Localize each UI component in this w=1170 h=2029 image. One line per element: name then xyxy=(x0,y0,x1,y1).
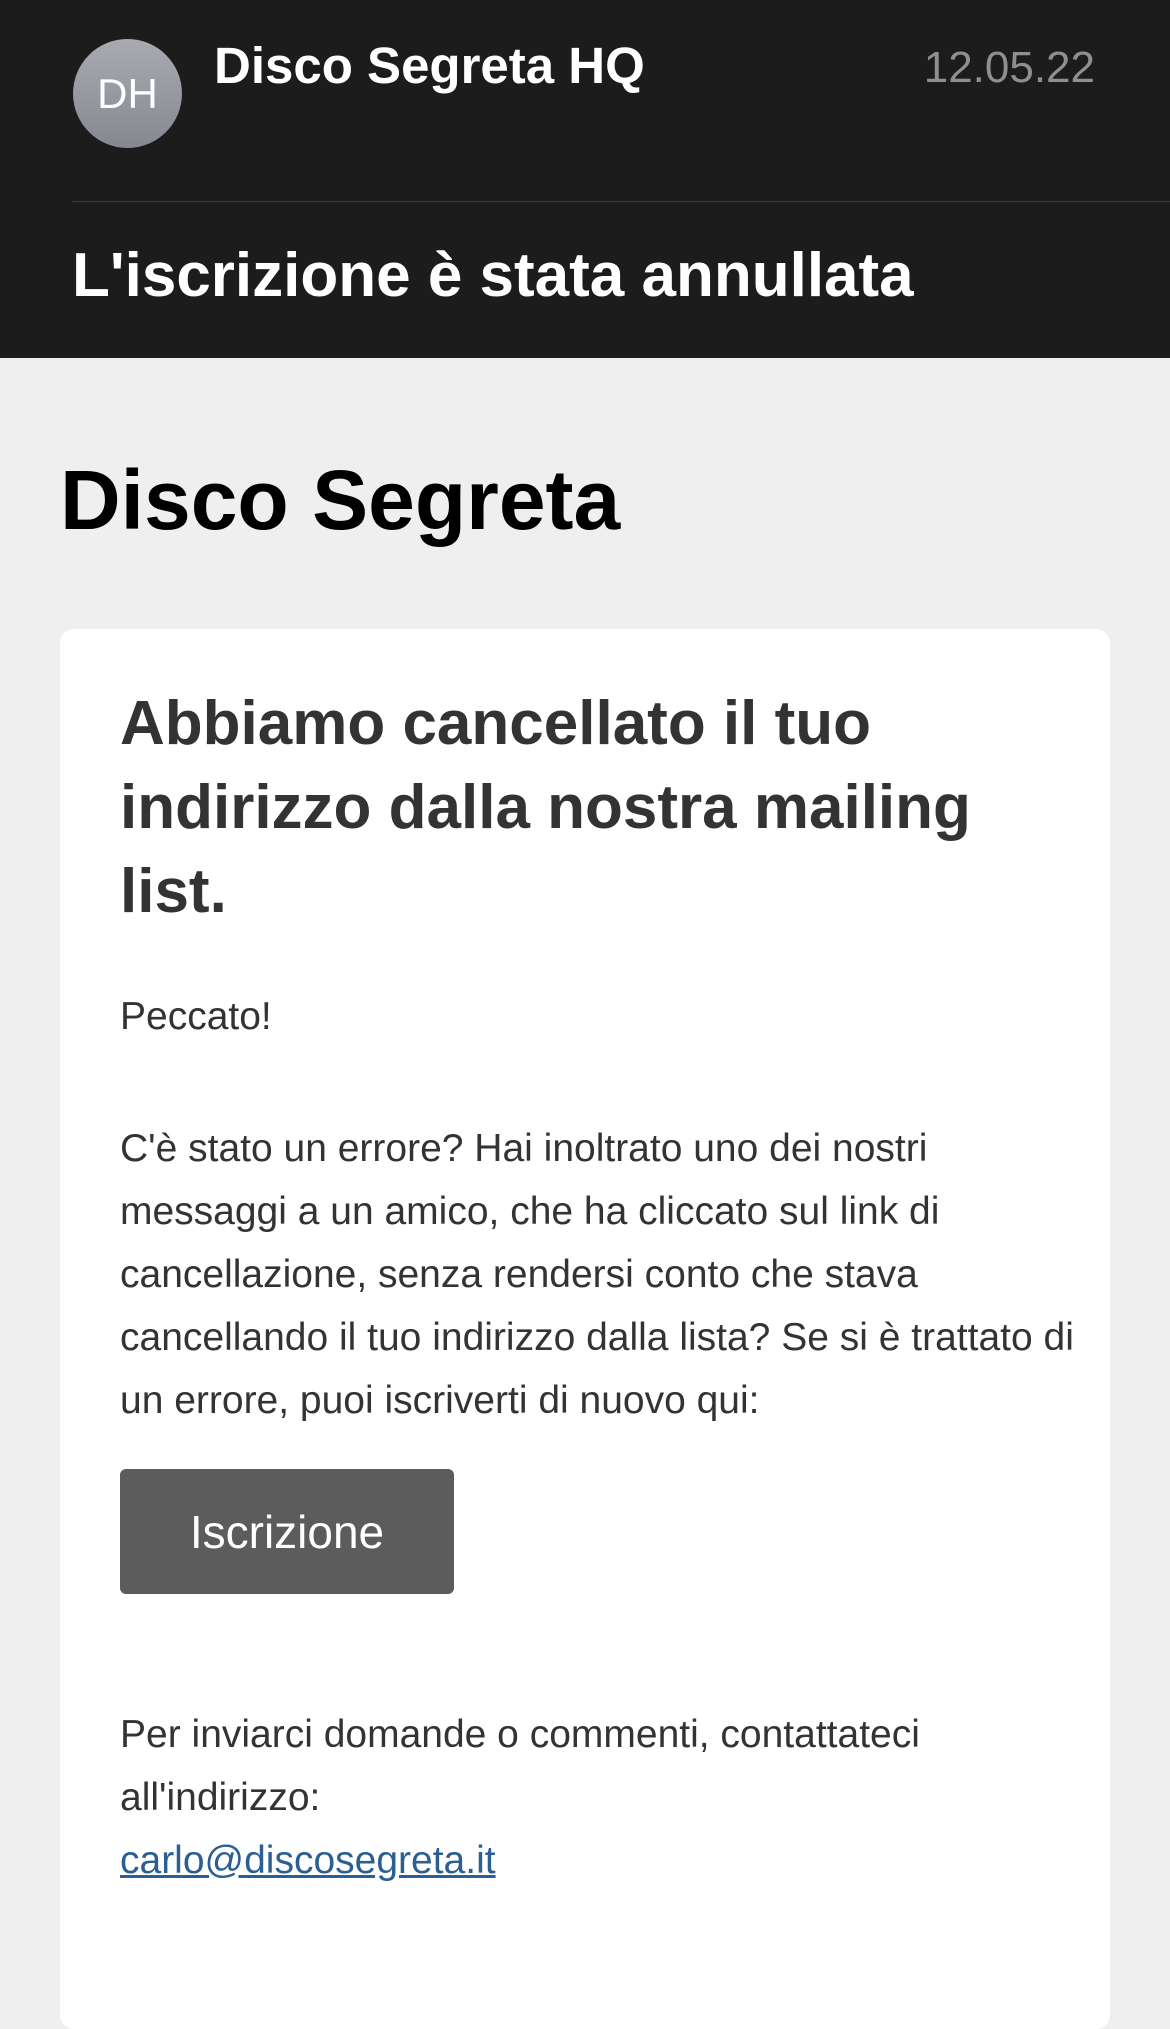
header-divider xyxy=(72,201,1170,202)
email-subject: L'iscrizione è stata annullata xyxy=(72,241,914,310)
email-date: 12.05.22 xyxy=(923,43,1095,92)
subscribe-button-label: Iscrizione xyxy=(189,1505,385,1558)
greeting-text: Peccato! xyxy=(120,995,272,1038)
message-card: Abbiamo cancellato il tuo indirizzo dall… xyxy=(60,629,1110,2029)
sender-name[interactable]: Disco Segreta HQ xyxy=(214,36,645,96)
sender-avatar[interactable]: DH xyxy=(73,39,182,148)
message-title: Abbiamo cancellato il tuo indirizzo dall… xyxy=(120,689,971,926)
contact-text: Per inviarci domande o commenti, contatt… xyxy=(120,1713,920,1819)
subscribe-button[interactable]: Iscrizione xyxy=(120,1469,454,1594)
contact-email-link[interactable]: carlo@discosegreta.it xyxy=(120,1839,496,1882)
explanation-text: C'è stato un errore? Hai inoltrato uno d… xyxy=(120,1127,1074,1422)
contact-paragraph: Per inviarci domande o commenti, contatt… xyxy=(120,1703,1080,1892)
avatar-initials: DH xyxy=(97,69,158,117)
email-header: DH Disco Segreta HQ 12.05.22 L'iscrizion… xyxy=(0,0,1170,358)
brand-title: Disco Segreta xyxy=(60,453,621,547)
